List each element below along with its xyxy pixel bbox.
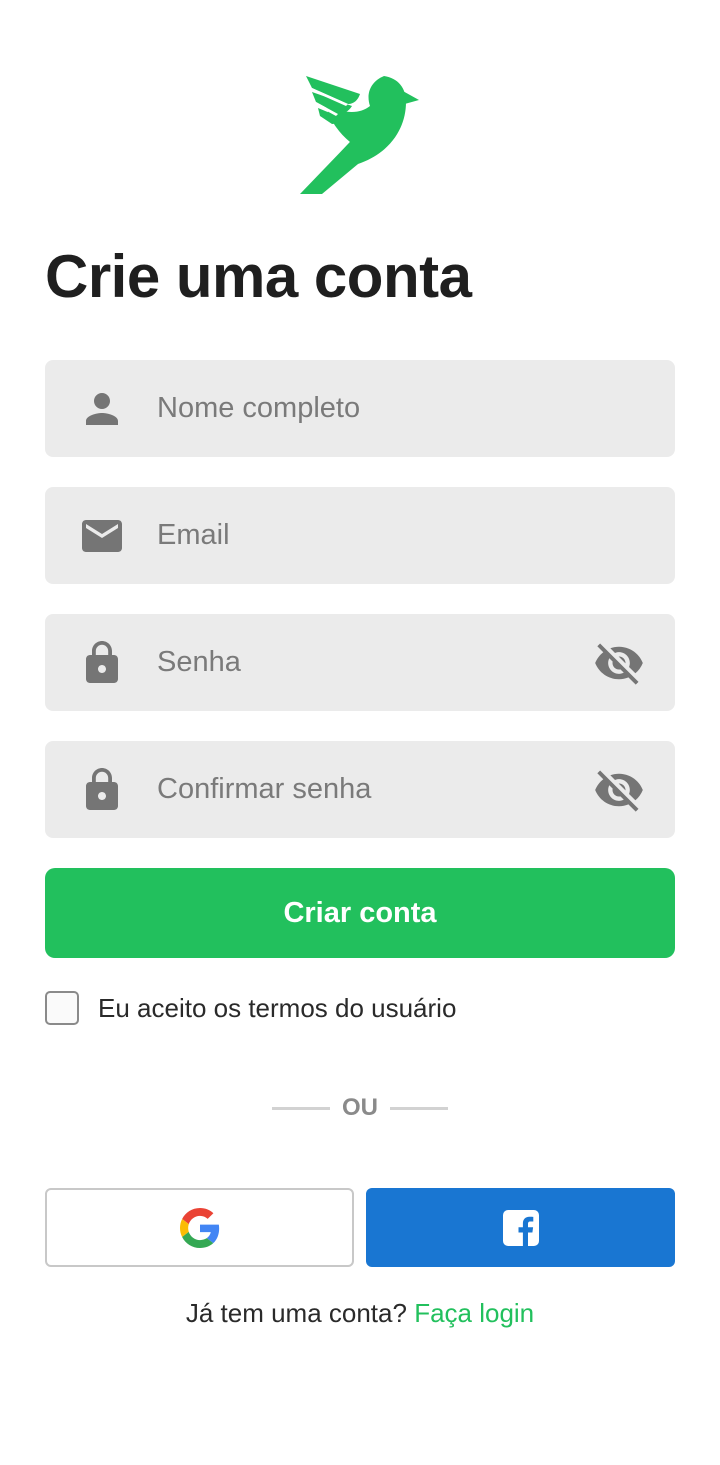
email-field[interactable] (45, 487, 675, 584)
full-name-input[interactable] (157, 360, 577, 457)
lock-icon (86, 640, 118, 683)
google-icon (179, 1207, 219, 1248)
terms-checkbox[interactable] (45, 991, 79, 1025)
login-prompt-text: Já tem uma conta? (185, 1298, 407, 1328)
terms-label: Eu aceito os termos do usuário (98, 992, 457, 1023)
facebook-signin-button[interactable] (366, 1188, 675, 1267)
login-prompt-row: Já tem uma conta? Faça login (0, 1298, 720, 1329)
divider-line (272, 1106, 330, 1110)
or-divider: OU (272, 1090, 448, 1126)
eye-off-icon[interactable] (593, 637, 645, 689)
full-name-field[interactable] (45, 360, 675, 457)
google-signin-button[interactable] (45, 1188, 354, 1267)
person-icon (86, 392, 118, 425)
page-title: Crie uma conta (45, 243, 472, 310)
terms-row: Eu aceito os termos do usuário (45, 988, 456, 1028)
password-field[interactable] (45, 614, 675, 711)
create-account-button[interactable]: Criar conta (45, 868, 675, 958)
lock-icon (86, 767, 118, 810)
confirm-password-field[interactable] (45, 741, 675, 838)
facebook-icon (502, 1209, 539, 1246)
bird-logo-icon (300, 76, 419, 194)
login-link[interactable]: Faça login (414, 1298, 534, 1328)
confirm-password-input[interactable] (157, 741, 577, 838)
divider-line (390, 1106, 448, 1110)
email-input[interactable] (157, 487, 577, 584)
divider-text: OU (342, 1094, 378, 1121)
mail-icon (82, 519, 122, 552)
eye-off-icon[interactable] (593, 764, 645, 816)
password-input[interactable] (157, 614, 577, 711)
